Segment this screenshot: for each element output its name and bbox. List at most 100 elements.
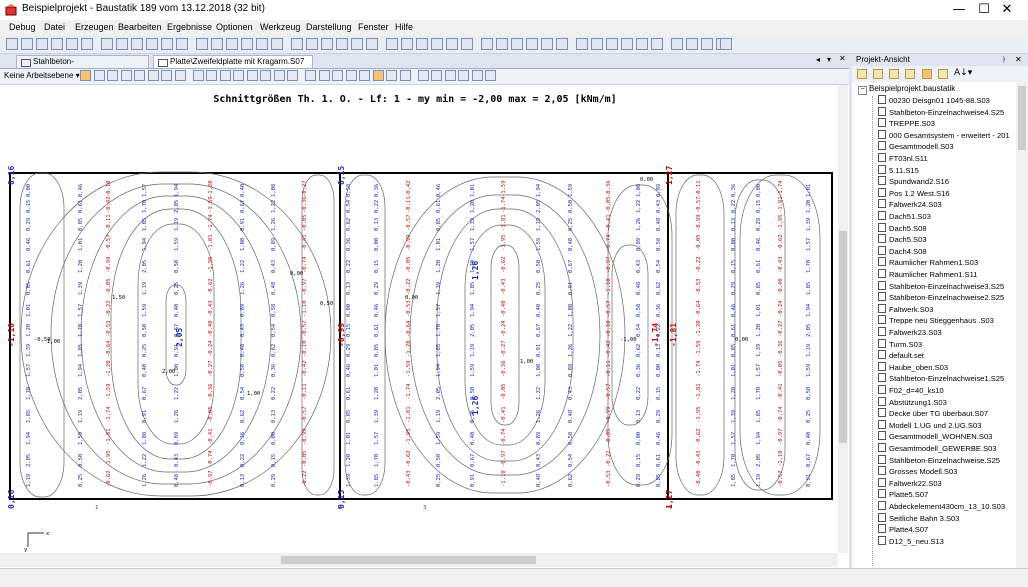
tool8-icon[interactable]: [701, 38, 713, 50]
tree-item[interactable]: Platte4.S07: [878, 524, 928, 535]
save-icon[interactable]: [36, 38, 48, 50]
rotate-left-icon[interactable]: [206, 70, 217, 81]
import-icon[interactable]: [541, 38, 553, 50]
mail-icon[interactable]: [101, 38, 113, 50]
close-button[interactable]: ✕: [984, 0, 1028, 20]
menu-datei[interactable]: Datei: [44, 22, 65, 32]
tree-item[interactable]: Stahlbeton-Einzelnachweise3.S25: [878, 280, 1004, 292]
zoom-out-icon[interactable]: [120, 70, 132, 81]
tree-item[interactable]: Haube_oben.S03: [878, 361, 948, 373]
layer-select[interactable]: Keine Arbeitsebene ▾: [4, 71, 80, 80]
tab-stahlbeton[interactable]: Stahlbeton-Einzelnachweise4.S25: [16, 55, 149, 78]
list-icon[interactable]: [938, 69, 948, 79]
print-icon[interactable]: [471, 70, 483, 81]
pointer-icon[interactable]: [80, 70, 91, 81]
pin-icon[interactable]: ᛓ: [1002, 54, 1007, 65]
drawing-canvas[interactable]: Schnittgrößen Th. 1. O. - Lf: 1 - my min…: [0, 85, 848, 553]
tab-platte[interactable]: Platte\Zweifeldplatte mit Kragarm.S07: [153, 55, 313, 68]
tree-item[interactable]: Stahlbeton-Einzelnachweise1.S25: [878, 373, 1004, 384]
tree-item[interactable]: Stahlbeton-Einzelnachweise4.S25: [878, 106, 1004, 118]
load-icon[interactable]: [306, 38, 318, 50]
menu-erzeugen[interactable]: Erzeugen: [75, 22, 114, 32]
cut-icon[interactable]: [116, 38, 128, 50]
info-icon[interactable]: [417, 70, 429, 81]
tool18-icon[interactable]: [720, 38, 732, 50]
tree-item[interactable]: Spundwand2.S16: [878, 176, 949, 187]
hatch-icon[interactable]: [416, 38, 428, 50]
menu-fenster[interactable]: Fenster: [358, 22, 389, 32]
tree-item[interactable]: Gesamtmodell_WOHNEN.S03: [878, 431, 992, 442]
color-icon[interactable]: [481, 38, 493, 50]
zoom-prev-icon[interactable]: [174, 70, 186, 81]
filter-icon[interactable]: [444, 70, 456, 81]
select-area-icon[interactable]: [273, 70, 285, 81]
delete-icon[interactable]: [196, 38, 208, 50]
tree-item[interactable]: Turm.S03: [878, 338, 922, 350]
table-icon[interactable]: [366, 38, 378, 50]
tree-item[interactable]: Modell 1.UG und 2.UG.S03: [878, 419, 981, 431]
scroll-thumb[interactable]: [281, 556, 536, 564]
collapse-icon[interactable]: −: [858, 86, 867, 95]
tree-item[interactable]: Gesamtmodell.S03: [878, 141, 954, 152]
snap-icon[interactable]: [386, 70, 397, 81]
tool1-icon[interactable]: [591, 38, 603, 50]
preview-icon[interactable]: [81, 38, 93, 50]
pan-icon[interactable]: [93, 70, 105, 81]
find-icon[interactable]: [211, 38, 223, 50]
new-icon[interactable]: [6, 38, 18, 50]
line-icon[interactable]: [271, 38, 283, 50]
view-icon[interactable]: [496, 38, 508, 50]
move-icon[interactable]: [161, 70, 172, 81]
tool4-icon[interactable]: [636, 38, 648, 50]
menu-optionen[interactable]: Optionen: [216, 22, 253, 32]
export-icon[interactable]: [485, 70, 496, 81]
sort-icon[interactable]: A↓▾: [954, 68, 972, 78]
refresh-icon[interactable]: [233, 70, 244, 81]
tree-item[interactable]: Dach5.S08: [878, 222, 927, 234]
tool7-icon[interactable]: [686, 38, 698, 50]
view-front-icon[interactable]: [305, 70, 316, 81]
tree-item[interactable]: 5.11.S15: [878, 164, 919, 176]
layer-icon[interactable]: [431, 70, 442, 81]
zoom-all-icon[interactable]: [147, 70, 159, 81]
properties-icon[interactable]: [889, 69, 899, 79]
dimension-icon[interactable]: [401, 38, 413, 50]
tree-item[interactable]: Faltwerk24.S03: [878, 199, 942, 210]
grid-icon[interactable]: [372, 70, 384, 81]
menu-ergebnisse[interactable]: Ergebnisse: [167, 22, 212, 32]
scroll-thumb[interactable]: [1018, 86, 1026, 150]
render-icon[interactable]: [511, 38, 523, 50]
tool3-icon[interactable]: [621, 38, 633, 50]
tree-item[interactable]: Stahlbeton-Einzelnachweise.S25: [878, 454, 1000, 466]
tree-item[interactable]: Gesamtmodell_GEWERBE.S03: [878, 443, 997, 454]
zoom-window-icon[interactable]: [134, 70, 145, 81]
canvas-horizontal-scrollbar[interactable]: [0, 553, 838, 567]
shade-icon[interactable]: [359, 70, 370, 81]
copy-icon[interactable]: [905, 69, 915, 79]
zoom-icon[interactable]: [226, 38, 238, 50]
menu-hilfe[interactable]: Hilfe: [395, 22, 413, 32]
view-top-icon[interactable]: [287, 70, 298, 81]
tree-item[interactable]: Dach5.S03: [878, 234, 927, 245]
open-icon[interactable]: [21, 38, 33, 50]
settings-icon[interactable]: [556, 38, 568, 50]
redraw-icon[interactable]: [246, 70, 258, 81]
tree-item[interactable]: TREPPE.S03: [878, 118, 935, 129]
tree-item[interactable]: Dach4.S08: [878, 245, 927, 257]
node-icon[interactable]: [256, 38, 268, 50]
tree-item[interactable]: F02_d=40_ks10: [878, 385, 944, 396]
tree-item[interactable]: Decke über TG überbaut.S07: [878, 408, 988, 419]
canvas-vertical-scrollbar[interactable]: [838, 85, 848, 553]
measure-icon[interactable]: [399, 70, 411, 81]
text-icon[interactable]: [386, 38, 398, 50]
view-3d-icon[interactable]: [332, 70, 343, 81]
saveas-icon[interactable]: [51, 38, 63, 50]
tree-item[interactable]: Faltwerk.S03: [878, 303, 933, 315]
result-icon[interactable]: [351, 38, 363, 50]
snap-icon[interactable]: [446, 38, 458, 50]
layer-icon[interactable]: [461, 38, 473, 50]
copy-icon[interactable]: [131, 38, 143, 50]
undo-icon[interactable]: [161, 38, 173, 50]
tree-item[interactable]: Räumlicher Rahmen1.S03: [878, 257, 978, 268]
paste-icon[interactable]: [146, 38, 158, 50]
